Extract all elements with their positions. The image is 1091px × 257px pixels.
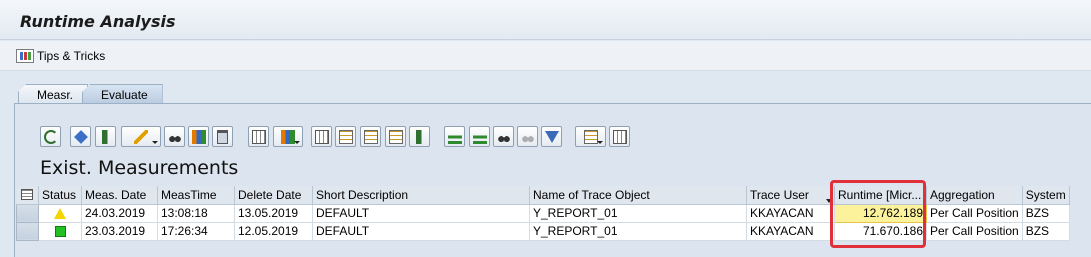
row-selector[interactable]	[16, 221, 39, 241]
aggregation-cell[interactable]: Per Call Position	[926, 222, 1023, 241]
application-toolbar: Tips & Tricks	[0, 41, 1091, 71]
transfer-button[interactable]	[385, 126, 406, 147]
warning-triangle-icon	[54, 207, 66, 219]
layout-menu-button[interactable]	[16, 186, 39, 205]
column-header-system[interactable]: System	[1022, 186, 1070, 205]
tab-evaluate[interactable]: Evaluate	[82, 84, 163, 103]
select-layout-icon	[612, 129, 627, 144]
system-cell[interactable]: BZS	[1022, 222, 1070, 241]
filter-button[interactable]	[541, 126, 562, 147]
meas-time-cell[interactable]: 13:08:18	[157, 204, 235, 223]
export-button[interactable]	[360, 126, 381, 147]
green-status-icon	[54, 225, 66, 237]
sort-button[interactable]	[273, 126, 303, 147]
aggregation-cell[interactable]: Per Call Position	[926, 204, 1023, 223]
trace-object-cell[interactable]: Y_REPORT_01	[529, 222, 747, 241]
collapse-icon	[338, 129, 353, 144]
select-layout-button[interactable]	[609, 126, 630, 147]
edit-icon	[134, 129, 148, 144]
compare-button[interactable]	[95, 126, 116, 147]
runtime-cell[interactable]: 12.762.189	[834, 203, 927, 223]
column-header-trace-user[interactable]: Trace User	[746, 186, 835, 205]
sort-ascending-icon	[447, 129, 462, 144]
meas-date-cell[interactable]: 23.03.2019	[81, 222, 158, 241]
sort-icon	[281, 129, 295, 144]
column-header-status[interactable]: Status	[38, 186, 82, 205]
meas-time-cell[interactable]: 17:26:34	[157, 222, 235, 241]
details-icon	[73, 129, 88, 144]
layout-button[interactable]	[575, 126, 606, 147]
section-title: Exist. Measurements	[40, 157, 239, 179]
refresh-data-button[interactable]	[409, 126, 430, 147]
dropdown-caret-icon	[597, 141, 603, 144]
table-header: Status Meas. Date MeasTime Delete Date S…	[16, 186, 1070, 205]
details-button[interactable]	[70, 126, 91, 147]
status-cell	[38, 222, 82, 241]
chart-button[interactable]	[188, 126, 209, 147]
settings-icon	[251, 129, 266, 144]
compare-icon	[98, 129, 113, 144]
refresh-icon	[43, 129, 58, 144]
delete-date-cell[interactable]: 13.05.2019	[234, 204, 313, 223]
refresh-button[interactable]	[40, 126, 61, 147]
find-next-button[interactable]	[517, 126, 538, 147]
edit-button[interactable]	[121, 126, 161, 147]
table-row[interactable]: 23.03.2019 17:26:34 12.05.2019 DEFAULT Y…	[16, 221, 1070, 241]
column-header-aggregation[interactable]: Aggregation	[926, 186, 1023, 205]
short-description-cell[interactable]: DEFAULT	[312, 204, 530, 223]
filter-icon	[544, 130, 559, 143]
trace-object-cell[interactable]: Y_REPORT_01	[529, 204, 747, 223]
trace-user-cell[interactable]: KKAYACAN	[746, 204, 835, 223]
transfer-arrows-icon	[412, 129, 427, 144]
row-selector[interactable]	[16, 203, 39, 223]
find-button[interactable]	[493, 126, 514, 147]
column-header-meastime[interactable]: MeasTime	[157, 186, 235, 205]
sort-indicator-icon	[826, 199, 832, 203]
find-next-icon	[520, 129, 535, 144]
system-cell[interactable]: BZS	[1022, 204, 1070, 223]
settings-button[interactable]	[248, 126, 269, 147]
export-icon	[363, 129, 378, 144]
tips-tricks-icon	[16, 49, 34, 63]
dropdown-caret-icon	[294, 141, 300, 144]
column-header-delete-date[interactable]: Delete Date	[234, 186, 313, 205]
title-bar: Runtime Analysis	[0, 0, 1091, 40]
sort-ascending-button[interactable]	[444, 126, 465, 147]
table-layout-icon	[21, 189, 34, 201]
tab-strip: Measr. Evaluate	[18, 84, 163, 104]
status-cell	[38, 204, 82, 223]
sort-descending-icon	[472, 129, 487, 144]
column-header-meas-date[interactable]: Meas. Date	[81, 186, 158, 205]
sort-descending-button[interactable]	[469, 126, 490, 147]
dropdown-caret-icon	[152, 141, 158, 144]
tips-tricks-button[interactable]: Tips & Tricks	[16, 49, 105, 63]
tips-tricks-label: Tips & Tricks	[37, 49, 106, 63]
table-row[interactable]: 24.03.2019 13:08:18 13.05.2019 DEFAULT Y…	[16, 203, 1070, 223]
delete-icon	[217, 129, 228, 144]
column-header-short-description[interactable]: Short Description	[312, 186, 530, 205]
layout-icon	[583, 129, 598, 144]
expand-button[interactable]	[311, 126, 332, 147]
tab-measr[interactable]: Measr.	[18, 84, 89, 103]
transfer-icon	[388, 129, 403, 144]
collapse-button[interactable]	[335, 126, 356, 147]
display-button[interactable]	[164, 126, 185, 147]
display-icon	[167, 129, 182, 144]
expand-icon	[314, 129, 329, 144]
short-description-cell[interactable]: DEFAULT	[312, 222, 530, 241]
app-title: Runtime Analysis	[20, 12, 176, 31]
measurements-table: Status Meas. Date MeasTime Delete Date S…	[16, 186, 1070, 241]
trace-user-cell[interactable]: KKAYACAN	[746, 222, 835, 241]
runtime-cell[interactable]: 71.670.186	[834, 222, 927, 241]
chart-icon	[191, 129, 206, 144]
column-header-trace-object[interactable]: Name of Trace Object	[529, 186, 747, 205]
column-header-runtime[interactable]: Runtime [Micr...	[834, 186, 927, 205]
find-icon	[496, 129, 511, 144]
delete-button[interactable]	[212, 126, 233, 147]
meas-date-cell[interactable]: 24.03.2019	[81, 204, 158, 223]
delete-date-cell[interactable]: 12.05.2019	[234, 222, 313, 241]
